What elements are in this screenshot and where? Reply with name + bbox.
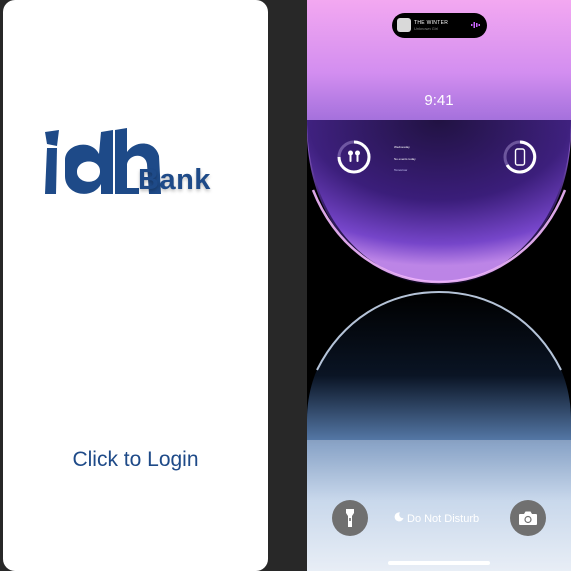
camera-button[interactable] (510, 500, 546, 536)
audio-wave-icon (471, 22, 480, 28)
widget-text-tomorrow: Tomorrow (394, 168, 408, 172)
camera-icon (519, 511, 537, 525)
lock-time: 9:41 (424, 92, 454, 109)
airpods-battery-widget[interactable] (337, 140, 371, 174)
widget-text-events: No events today (394, 157, 416, 161)
wallpaper (307, 0, 571, 571)
now-playing-artist: Unknown Girl (414, 26, 439, 31)
brand-wordmark: Bank (138, 164, 211, 196)
lock-screen: THE WINTER Unknown Girl 9:41 Wednesday N… (307, 0, 571, 571)
album-art (397, 18, 411, 32)
login-button[interactable]: Click to Login (3, 448, 268, 472)
iphone-icon (514, 148, 526, 166)
login-screen: Bank Click to Login (3, 0, 268, 571)
home-indicator[interactable] (388, 561, 490, 565)
flashlight-icon (346, 509, 354, 527)
iphone-battery-widget[interactable] (503, 140, 537, 174)
dynamic-island[interactable]: THE WINTER Unknown Girl (392, 13, 487, 38)
flashlight-button[interactable] (332, 500, 368, 536)
airpods-icon (348, 150, 360, 162)
dnd-text: Do Not Disturb (407, 513, 480, 525)
widget-text-day: Wednesday (394, 145, 410, 149)
moon-icon (394, 512, 404, 522)
focus-mode-label[interactable]: Do Not Disturb (394, 512, 479, 525)
